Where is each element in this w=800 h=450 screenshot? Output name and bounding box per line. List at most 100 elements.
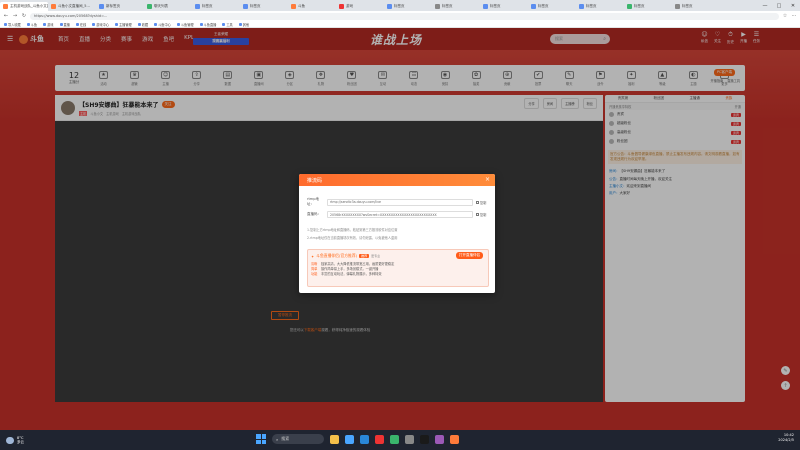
tab-favicon-icon: [51, 4, 56, 9]
browser-tab-bar: 主机游戏战队_斗鱼小文直播间_别... 斗鱼小文直播间_5... 新标签页 聊天列表 标…: [0, 0, 800, 11]
bookmark-label: 斗鱼: [30, 22, 38, 27]
tab-favicon-icon: [195, 4, 200, 9]
taskbar-app-icon[interactable]: [450, 434, 459, 444]
close-window-icon[interactable]: ✕: [786, 0, 800, 11]
browser-tab[interactable]: 标签页: [672, 2, 720, 11]
tab-favicon-icon: [435, 4, 440, 9]
promo-title: 斗鱼直播伴侣(官方推荐): [316, 253, 358, 258]
browser-tab[interactable]: 标签页: [528, 2, 576, 11]
tab-label: 斗鱼: [298, 4, 305, 8]
bookmark-item[interactable]: 导入收藏: [4, 22, 21, 27]
bookmark-item[interactable]: 收藏: [137, 22, 148, 27]
url-field[interactable]: https://www.douyu.com/20568?dyshid=...: [30, 12, 779, 20]
tab-favicon-icon: [3, 4, 8, 9]
hint-2: 2.rtmp地址仅在当前直播场次有效，请勿泄露，以免被他人盗用: [307, 236, 398, 240]
code-row: 直播码： 20568rXXXXXXXXX?wsSecret=XXXXXXXXXX…: [307, 211, 486, 218]
window-controls: — □ ✕: [758, 0, 800, 11]
bookmark-item[interactable]: 斗鱼直播: [199, 22, 217, 27]
browser-tab[interactable]: 斗鱼: [288, 2, 336, 11]
taskbar-app-icon[interactable]: [435, 434, 444, 444]
tab-label: 标签页: [442, 4, 453, 8]
tab-label: 斗鱼小文直播间_5...: [58, 4, 90, 8]
bookmark-item[interactable]: 游戏中心: [92, 22, 109, 27]
tab-label: 标签页: [394, 4, 405, 8]
taskbar-app-icon[interactable]: [405, 434, 414, 444]
bookmark-label: 斗鱼直播: [203, 22, 217, 27]
bookmark-item[interactable]: 斗鱼管理: [176, 22, 194, 27]
taskbar-app-icon[interactable]: [345, 434, 354, 444]
bookmark-item[interactable]: 游戏: [43, 22, 54, 27]
back-icon[interactable]: ←: [3, 13, 9, 19]
bookmark-icon: [59, 22, 63, 26]
copy-rtmp-button[interactable]: 复制: [476, 200, 486, 205]
copy-label: 复制: [480, 213, 487, 217]
browser-tab[interactable]: 标签页: [624, 2, 672, 11]
bookmark-icon: [199, 22, 203, 26]
bookmark-icon: [75, 22, 79, 26]
rtmp-field[interactable]: rtmp://sendtc3a.douyu.com/live: [327, 198, 473, 206]
copy-icon: [476, 213, 479, 216]
stream-code-field[interactable]: 20568rXXXXXXXXX?wsSecret=XXXXXXXXXXXXXXX…: [327, 211, 473, 218]
taskbar-app-icon[interactable]: [360, 434, 369, 444]
browser-tab[interactable]: 标签页: [240, 2, 288, 11]
weather-text: 多云: [17, 439, 24, 444]
maximize-icon[interactable]: □: [772, 0, 786, 11]
tab-label: 新标签页: [106, 4, 120, 8]
windows-start-icon[interactable]: [256, 434, 266, 444]
bookmark-item[interactable]: 工具: [222, 22, 233, 27]
tab-label: 标签页: [538, 4, 549, 8]
taskbar-app-icon[interactable]: [420, 434, 429, 444]
forward-icon[interactable]: →: [12, 13, 18, 19]
tab-favicon-icon: [99, 4, 104, 9]
companion-icon: ✦: [311, 253, 315, 259]
bookmark-label: 游戏: [47, 22, 54, 27]
bookmark-item[interactable]: 主播管理: [115, 22, 132, 27]
browser-tab[interactable]: 主机游戏战队_斗鱼小文直播间_别...: [0, 2, 48, 11]
tab-favicon-icon: [387, 4, 392, 9]
bookmark-item[interactable]: 其他: [238, 22, 250, 27]
address-bar: ← → ↻ https://www.douyu.com/20568?dyshid…: [0, 11, 800, 21]
open-companion-button[interactable]: 打开直播伴侣: [456, 252, 483, 259]
copy-code-button[interactable]: 复制: [476, 212, 486, 217]
browser-tab[interactable]: 斗鱼小文直播间_5...: [48, 2, 96, 11]
tab-favicon-icon: [291, 4, 296, 9]
reload-icon[interactable]: ↻: [21, 13, 27, 19]
browser-tab[interactable]: 标签页: [480, 2, 528, 11]
tab-label: 标签页: [202, 4, 213, 8]
star-icon[interactable]: ☆: [782, 13, 788, 19]
menu-dots-icon[interactable]: ⋯: [791, 13, 797, 19]
hint-1: 1.复制上方rtmp地址和直播码，粘贴到第三方推流软件对应位置: [307, 228, 398, 232]
minimize-icon[interactable]: —: [758, 0, 772, 11]
bookmark-label: 游戏中心: [96, 22, 109, 27]
taskbar-app-icon[interactable]: [390, 434, 399, 444]
browser-tab[interactable]: 游戏: [336, 2, 384, 11]
bookmark-label: 主播管理: [119, 22, 132, 27]
browser-tab[interactable]: 标签页: [432, 2, 480, 11]
bookmark-icon: [222, 22, 226, 26]
bookmark-item[interactable]: 直播: [59, 22, 70, 27]
browser-tab[interactable]: 标签页: [576, 2, 624, 11]
taskbar-app-icon[interactable]: [375, 434, 384, 444]
weather-widget[interactable]: 8°C 多云: [6, 436, 24, 445]
browser-tab[interactable]: 标签页: [192, 2, 240, 11]
taskbar-search[interactable]: ⌕ 搜索: [272, 434, 324, 444]
taskbar-app-icon[interactable]: [330, 434, 339, 444]
tab-favicon-icon: [339, 4, 344, 9]
browser-tab[interactable]: 聊天列表: [144, 2, 192, 11]
bookmark-icon: [238, 22, 242, 26]
bookmark-label: 其他: [242, 22, 250, 27]
bookmark-icon: [115, 22, 118, 26]
bookmark-item[interactable]: 在线: [75, 22, 86, 27]
temperature: 8°C: [17, 435, 24, 440]
close-icon[interactable]: ×: [485, 176, 490, 183]
system-tray[interactable]: 10:42 2024/2/5: [778, 433, 794, 443]
promo-tag: 推荐: [359, 254, 370, 258]
browser-tab[interactable]: 标签页: [384, 2, 432, 11]
browser-tab[interactable]: 新标签页: [96, 2, 144, 11]
tab-label: 标签页: [490, 4, 501, 8]
promo-sub: 更专业: [371, 254, 381, 258]
bookmark-item[interactable]: 斗鱼: [26, 22, 38, 27]
code-label: 直播码：: [307, 212, 321, 216]
promo-lines: 清晰 独家高清，大大降低推流带宽占用，画质更好更稳定 简单 操作简单易上手，多场景模式…: [308, 262, 488, 277]
bookmark-item[interactable]: 斗鱼中心: [154, 22, 171, 27]
